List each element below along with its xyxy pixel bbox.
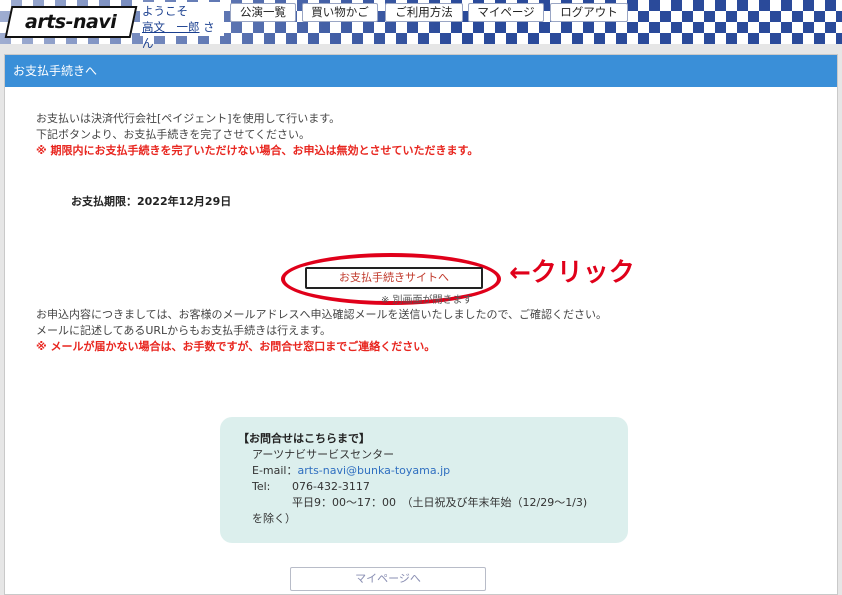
mail-line-2: メールに記述してあるURLからもお支払手続きは行えます。 [36,324,332,337]
welcome-user: 高文 一郎 さん [142,19,222,51]
mypage-button[interactable]: マイページへ [290,567,486,591]
nav-how-to-use[interactable]: ご利用方法 [385,3,463,22]
welcome-box: ようこそ 高文 一郎 さん [140,2,224,50]
site-header: arts-navi ようこそ 高文 一郎 さん 公演一覧 買い物かご ご利用方法… [0,0,842,50]
nav-my-page[interactable]: マイページ [468,3,544,22]
payment-panel: お支払手続きへ お支払いは決済代行会社[ペイジェント]を使用して行います。 下記… [4,54,838,595]
contact-email-link[interactable]: arts-navi@bunka-toyama.jp [298,464,451,477]
intro-warning: ※ 期限内にお支払手続きを完了いただけない場合、お申込は無効とさせていただきます… [36,144,479,157]
contact-email-label: E-mail： [252,464,298,477]
contact-heading: 【お問合せはこちらまで】 [238,432,370,445]
payment-site-button[interactable]: お支払手続きサイトへ [305,267,483,289]
contact-hours-cont: を除く） [252,512,296,525]
site-logo[interactable]: arts-navi [4,6,138,38]
nav-performance-list[interactable]: 公演一覧 [230,3,296,22]
payment-deadline: お支払期限：2022年12月29日 [71,195,232,208]
contact-email-row: E-mail：arts-navi@bunka-toyama.jp [252,463,450,479]
popup-note: ※ 別画面が開きます [381,295,473,306]
intro-line-2: 下記ボタンより、お支払手続きを完了させてください。 [36,128,311,141]
panel-title: お支払手続きへ [5,55,837,87]
contact-org: アーツナビサービスセンター [252,448,395,461]
welcome-text: ようこそ [142,4,188,18]
user-name-link[interactable]: 高文 一郎 [142,20,200,34]
contact-tel-label: Tel: [252,480,271,493]
nav-shopping-cart[interactable]: 買い物かご [302,3,378,22]
site-logo-text: arts-navi [25,11,117,33]
nav-logout[interactable]: ログアウト [550,3,628,22]
click-annotation: ←クリック [509,258,635,288]
mail-warning: ※ メールが届かない場合は、お手数ですが、お問合せ窓口までご連絡ください。 [36,340,436,353]
contact-tel: 076-432-3117 [292,480,370,493]
contact-hours: 平日9：00～17：00 （土日祝及び年末年始（12/29～1/3) [292,496,588,509]
contact-box: 【お問合せはこちらまで】 アーツナビサービスセンター E-mail：arts-n… [220,417,628,543]
intro-line-1: お支払いは決済代行会社[ペイジェント]を使用して行います。 [36,112,341,125]
mail-line-1: お申込内容につきましては、お客様のメールアドレスへ申込確認メールを送信いたしまし… [36,308,608,321]
